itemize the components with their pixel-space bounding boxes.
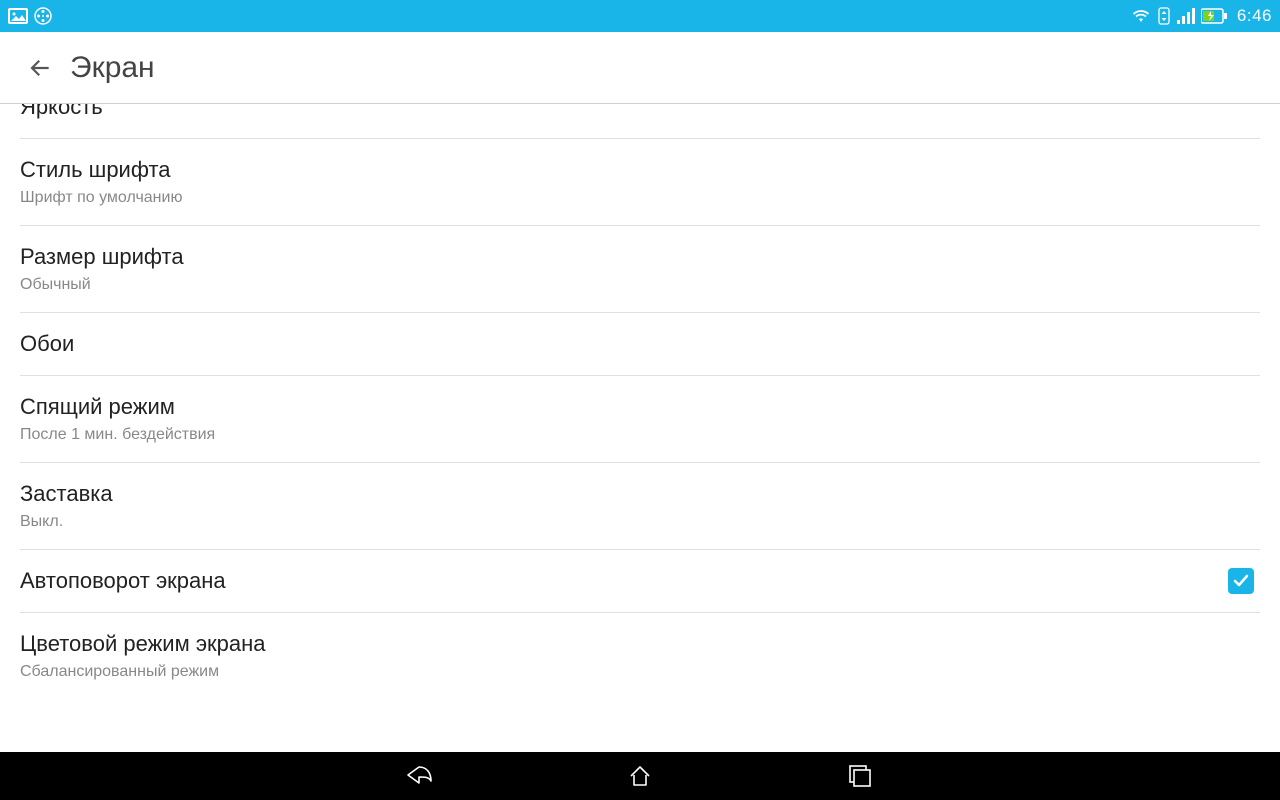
- battery-charging-icon: [1201, 8, 1227, 24]
- nav-back-button[interactable]: [400, 756, 440, 796]
- autorotate-checkbox[interactable]: [1228, 568, 1254, 594]
- nav-home-button[interactable]: [620, 756, 660, 796]
- app-header: Экран: [0, 32, 1280, 104]
- setting-screensaver[interactable]: Заставка Выкл.: [20, 463, 1260, 550]
- status-clock: 6:46: [1237, 6, 1272, 26]
- setting-subtitle: Выкл.: [20, 513, 1260, 531]
- settings-list: Яркость Стиль шрифта Шрифт по умолчанию …: [0, 104, 1280, 752]
- setting-brightness[interactable]: Яркость: [20, 104, 1260, 139]
- reel-icon: [34, 7, 52, 25]
- setting-subtitle: После 1 мин. бездействия: [20, 426, 1260, 444]
- gallery-icon: [8, 8, 28, 24]
- setting-font-style[interactable]: Стиль шрифта Шрифт по умолчанию: [20, 139, 1260, 226]
- setting-autorotate[interactable]: Автоповорот экрана: [20, 550, 1260, 613]
- signal-icon: [1177, 8, 1195, 24]
- navigation-bar: [0, 752, 1280, 800]
- status-bar: 6:46: [0, 0, 1280, 32]
- wifi-icon: [1131, 8, 1151, 24]
- setting-title: Спящий режим: [20, 394, 1260, 420]
- setting-title: Цветовой режим экрана: [20, 631, 1260, 657]
- setting-title: Заставка: [20, 481, 1260, 507]
- setting-title: Обои: [20, 331, 1260, 357]
- setting-font-size[interactable]: Размер шрифта Обычный: [20, 226, 1260, 313]
- setting-color-mode[interactable]: Цветовой режим экрана Сбалансированный р…: [20, 613, 1260, 699]
- sync-icon: [1157, 7, 1171, 25]
- setting-wallpaper[interactable]: Обои: [20, 313, 1260, 376]
- back-button[interactable]: [20, 48, 60, 88]
- setting-title: Яркость: [20, 104, 1260, 120]
- setting-title: Автоповорот экрана: [20, 568, 1228, 594]
- setting-subtitle: Сбалансированный режим: [20, 663, 1260, 681]
- setting-subtitle: Обычный: [20, 276, 1260, 294]
- setting-title: Размер шрифта: [20, 244, 1260, 270]
- page-title: Экран: [70, 51, 155, 85]
- setting-title: Стиль шрифта: [20, 157, 1260, 183]
- nav-recent-button[interactable]: [840, 756, 880, 796]
- setting-sleep[interactable]: Спящий режим После 1 мин. бездействия: [20, 376, 1260, 463]
- setting-subtitle: Шрифт по умолчанию: [20, 189, 1260, 207]
